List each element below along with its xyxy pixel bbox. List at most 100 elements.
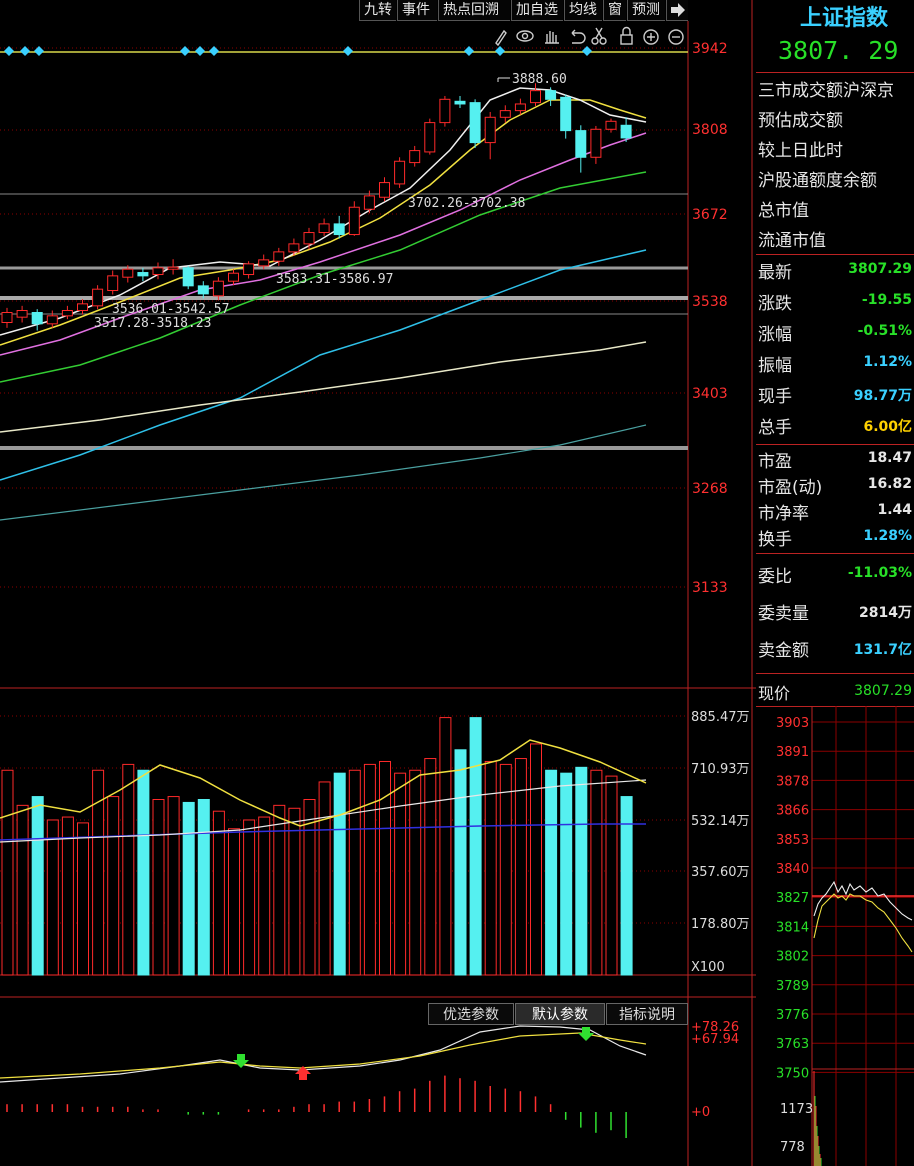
toolbar-events[interactable]: 事件 <box>397 0 437 21</box>
volume-multiplier: X100 <box>691 960 725 975</box>
volume-bar <box>182 801 195 976</box>
toolbar-window[interactable]: 窗 <box>603 0 626 21</box>
candle-body <box>303 232 315 245</box>
volume-bar <box>122 763 135 976</box>
volume-bar <box>454 749 467 976</box>
valuation-value: 16.82 <box>867 476 912 492</box>
macd-histogram <box>6 1075 627 1138</box>
indicator-help-button[interactable]: 指标说明 <box>606 1003 688 1025</box>
stock-chart-window: 3888.60 3702.26-3702.38 3583.31-3586.97 … <box>0 0 914 1166</box>
candle-body <box>212 280 224 297</box>
candle-body <box>1 312 13 323</box>
price-tick: 3403 <box>692 386 728 402</box>
mini-volume-tick: 1173 <box>780 1102 813 1117</box>
event-marker[interactable] <box>582 46 592 56</box>
candle-body <box>469 102 481 144</box>
mini-price-tick: 3776 <box>776 1008 809 1023</box>
candle-body <box>530 90 541 104</box>
index-price: 3807. 29 <box>778 36 899 65</box>
candles-group[interactable] <box>1 83 632 331</box>
toolbar-hot-review[interactable]: 热点回溯 <box>438 0 510 21</box>
candle-body <box>575 130 587 158</box>
mini-price-tick: 3853 <box>776 833 809 848</box>
order-value: 2814万 <box>859 605 912 621</box>
volume-bar <box>394 772 407 976</box>
pen-icon[interactable] <box>495 29 507 47</box>
kline-chart[interactable]: 3888.60 3702.26-3702.38 3583.31-3586.97 … <box>0 0 756 1166</box>
lock-icon[interactable] <box>620 26 633 45</box>
volume-tick: 178.80万 <box>691 917 750 932</box>
quote-value: 98.77万 <box>853 388 912 404</box>
exit-arrow-icon[interactable] <box>666 0 688 21</box>
price-tick: 3942 <box>692 41 728 57</box>
info-vs-yesterday: 较上日此时 <box>758 141 843 161</box>
candle-body <box>318 223 330 234</box>
candle-body <box>348 206 360 236</box>
high-label: 3888.60 <box>512 72 567 87</box>
candle-body <box>333 223 345 236</box>
candle-body <box>107 275 119 292</box>
candle-body <box>182 267 194 287</box>
candle-body <box>379 182 390 198</box>
drawing-toolbar <box>495 26 684 47</box>
mini-price-tick: 3903 <box>776 716 809 731</box>
order-row: 委比 -11.03% <box>758 562 914 587</box>
candle-body <box>590 128 602 158</box>
optimized-params-button[interactable]: 优选参数 <box>428 1003 514 1025</box>
undo-icon[interactable] <box>571 29 586 44</box>
chart-annotations: 3888.60 3702.26-3702.38 3583.31-3586.97 … <box>94 72 567 331</box>
zoom-out-icon[interactable] <box>668 29 684 45</box>
candle-body <box>228 272 239 282</box>
candle-body <box>288 243 300 253</box>
candle-body <box>363 195 375 210</box>
toolbar-add-favorite[interactable]: 加自选 <box>511 0 563 21</box>
valuation-row: 换手 1.28% <box>758 525 914 550</box>
price-tick: 3133 <box>692 580 728 596</box>
candle-body <box>137 272 149 277</box>
gap-label-2: 3583.31-3586.97 <box>276 272 393 287</box>
volume-bar <box>212 810 225 976</box>
zoom-in-icon[interactable] <box>643 29 659 45</box>
valuation-label: 市盈(动) <box>758 478 823 498</box>
volume-bar <box>439 717 452 976</box>
default-params-button[interactable]: 默认参数 <box>515 1003 605 1025</box>
volume-bar <box>333 772 346 976</box>
scissors-icon[interactable] <box>591 27 607 45</box>
volume-bar <box>258 816 271 976</box>
volume-bar <box>469 717 482 976</box>
volume-bar <box>379 760 391 976</box>
toolbar-moving-average[interactable]: 均线 <box>564 0 602 21</box>
quote-value: 6.00亿 <box>863 419 912 435</box>
volume-bar <box>545 769 558 976</box>
valuation-row: 市盈 18.47 <box>758 447 914 472</box>
volume-bar <box>61 816 74 976</box>
candle-body <box>243 263 255 276</box>
mini-price-tick: 3866 <box>776 804 809 819</box>
quote-row: 最新 3807.29 <box>758 258 914 283</box>
volume-tick: 885.47万 <box>691 710 750 725</box>
candle-body <box>484 116 496 144</box>
intraday-mini-chart[interactable]: 3903 3891 3878 3866 3853 3840 3827 3814 3802 3789… <box>756 706 914 1166</box>
candle-body <box>92 288 104 307</box>
toolbar-predict[interactable]: 预测 <box>627 0 665 21</box>
eye-icon[interactable] <box>516 30 534 42</box>
gap-label-4: 3517.28-3518.23 <box>94 316 211 331</box>
volume-bar <box>46 819 59 976</box>
gap-label-3: 3536.01-3542.57 <box>112 302 229 317</box>
current-price-label: 现价 3807.29 <box>758 683 912 703</box>
order-label: 委卖量 <box>758 604 809 624</box>
volume-bar <box>424 758 437 976</box>
event-marker[interactable] <box>209 46 219 56</box>
candle-body <box>258 259 270 267</box>
index-name: 上证指数 <box>800 5 889 31</box>
toolbar-jiuzhuan[interactable]: 九转 <box>359 0 396 21</box>
valuation-label: 市盈 <box>758 452 792 472</box>
candle-body <box>439 98 451 124</box>
volume-bar <box>197 799 210 976</box>
volume-bars[interactable] <box>1 717 633 976</box>
candle-body <box>394 160 406 185</box>
event-marker[interactable] <box>34 46 44 56</box>
quote-label: 总手 <box>758 418 792 438</box>
hand-icon[interactable] <box>545 31 559 44</box>
volume-tick: 357.60万 <box>691 865 750 880</box>
